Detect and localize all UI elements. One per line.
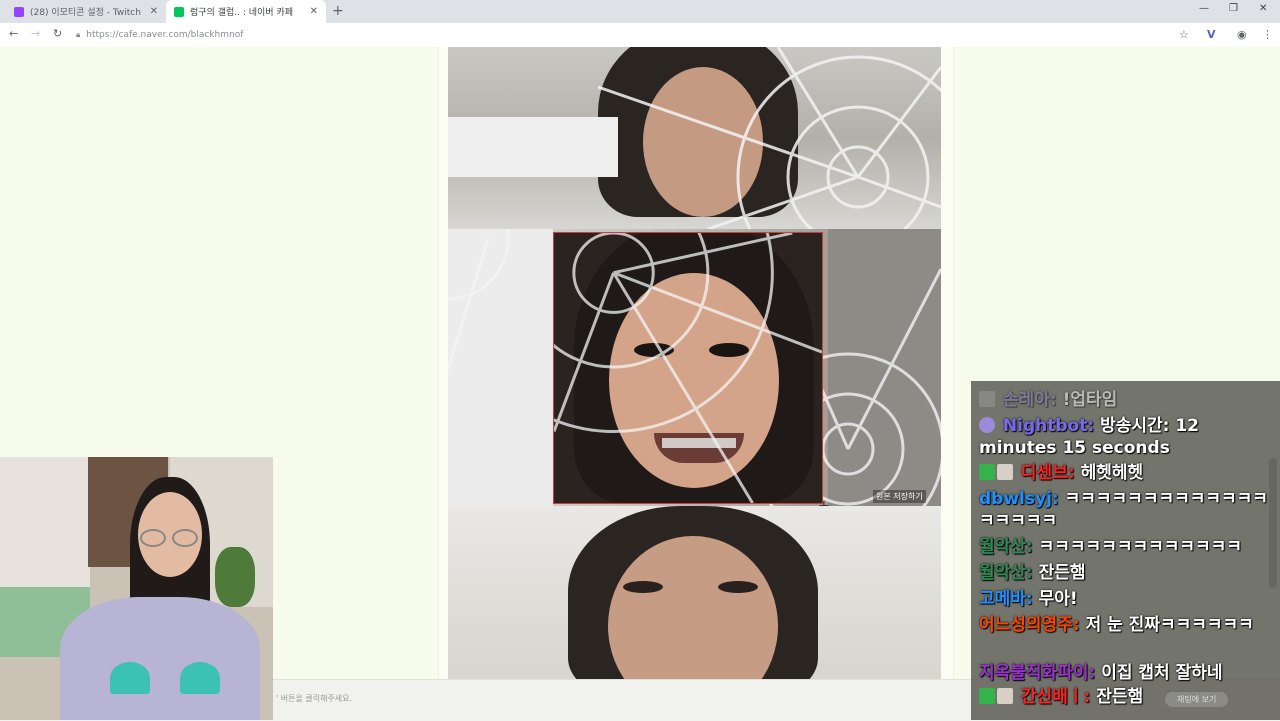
chat-username: 고메바: xyxy=(979,589,1033,609)
cat-emote-badge-icon xyxy=(997,464,1013,480)
spider-web-overlay xyxy=(597,47,941,229)
chat-username: dbwlsyj: xyxy=(979,489,1059,509)
cat-emote-badge-icon xyxy=(997,688,1013,704)
reload-icon[interactable]: ↻ xyxy=(53,27,62,40)
address-bar[interactable]: 🔒︎ https://cafe.naver.com/blackhmnof xyxy=(76,26,1196,44)
image-selection-box[interactable] xyxy=(553,232,823,504)
bookmark-star-icon[interactable]: ☆ xyxy=(1179,28,1189,41)
spider-web-overlay xyxy=(554,233,822,503)
chat-message: 지옥불직화파이: 이집 캡처 잘하네 xyxy=(979,662,1274,684)
chat-text: 무아! xyxy=(1038,589,1078,609)
chat-message: 디센브: 헤헷헤헷 xyxy=(979,462,1274,484)
minimize-icon[interactable]: — xyxy=(1199,3,1209,14)
chat-username: 지옥불직화파이: xyxy=(979,663,1096,683)
save-original-hint[interactable]: 원본 저장하기 xyxy=(873,490,926,503)
chat-message: 고메바: 무아! xyxy=(979,588,1274,610)
chat-username: 손레아: xyxy=(1002,390,1057,410)
checkmark-badge-icon xyxy=(979,688,995,704)
chat-message: 손레아: !업타임 xyxy=(979,389,1274,411)
checkmark-badge-icon xyxy=(979,464,995,480)
tab-strip: (28) 이모티콘 설정 - Twitch ✕ 럼구의 갤럽.. : 네이버 카… xyxy=(0,0,1280,23)
chat-overlay: 손레아: !업타임 Nightbot: 방송시간: 12 minutes 15 … xyxy=(971,381,1280,720)
tab-naver-cafe[interactable]: 럼구의 갤럽.. : 네이버 카페 ✕ xyxy=(166,0,326,23)
chat-text: !업타임 xyxy=(1062,390,1118,410)
extension-v-icon[interactable]: V xyxy=(1207,28,1216,41)
article-image-3[interactable] xyxy=(448,506,941,679)
tab-close-icon[interactable]: ✕ xyxy=(310,6,318,17)
chat-message: Nightbot: 방송시간: 12 minutes 15 seconds xyxy=(979,415,1274,459)
chat-text: 저 눈 진짜ㅋㅋㅋㅋㅋㅋ xyxy=(1085,615,1254,635)
tab-title: (28) 이모티콘 설정 - Twitch xyxy=(30,8,141,18)
chat-text: ㅋㅋㅋㅋㅋㅋㅋㅋㅋㅋㅋㅋㅋ xyxy=(1038,537,1242,557)
chat-text: 헤헷헤헷 xyxy=(1080,463,1144,483)
extension-icon[interactable]: ◉ xyxy=(1237,28,1247,41)
chat-text: 잔든햄 xyxy=(1096,687,1144,707)
bottom-hint-text: ' 버튼을 클릭해주세요. xyxy=(276,694,353,703)
chat-username: 어느성의영주: xyxy=(979,615,1080,635)
webcam-overlay xyxy=(0,457,273,720)
tab-title: 럼구의 갤럽.. : 네이버 카페 xyxy=(190,8,293,18)
article-image-1[interactable] xyxy=(448,47,941,229)
chat-message: 월악산: 잔든햄 xyxy=(979,562,1274,584)
chat-view-button[interactable]: 채팅에 보기 xyxy=(1165,692,1229,707)
chat-message: 어느성의영주: 저 눈 진짜ㅋㅋㅋㅋㅋㅋ xyxy=(979,614,1274,636)
tab-twitch[interactable]: (28) 이모티콘 설정 - Twitch ✕ xyxy=(6,0,166,23)
user-avatar-icon xyxy=(979,391,995,407)
chat-username: Nightbot: xyxy=(1002,416,1095,436)
chat-username: 디센브: xyxy=(1020,463,1075,483)
tab-close-icon[interactable]: ✕ xyxy=(150,6,158,17)
navigation-bar: ← → ↻ 🔒︎ https://cafe.naver.com/blackhmn… xyxy=(0,23,1280,48)
chat-message: dbwlsyj: ㅋㅋㅋㅋㅋㅋㅋㅋㅋㅋㅋㅋㅋㅋㅋㅋㅋㅋ xyxy=(979,488,1274,532)
chat-username: 간신배ㅣ: xyxy=(1020,687,1091,707)
naver-cafe-favicon-icon xyxy=(174,6,184,17)
chat-username: 월악산: xyxy=(979,537,1033,557)
chat-text: 이집 캡처 잘하네 xyxy=(1101,663,1223,683)
chat-message: 간신배ㅣ: 잔든햄 xyxy=(979,686,1274,708)
forward-icon[interactable]: → xyxy=(31,27,40,40)
close-window-icon[interactable]: ✕ xyxy=(1259,3,1267,14)
menu-icon[interactable]: ⋮ xyxy=(1262,28,1273,41)
chat-message: 월악산: ㅋㅋㅋㅋㅋㅋㅋㅋㅋㅋㅋㅋㅋ xyxy=(979,536,1274,558)
back-icon[interactable]: ← xyxy=(9,27,18,40)
chat-username: 월악산: xyxy=(979,563,1033,583)
twitch-favicon-icon xyxy=(14,6,24,17)
url-text: https://cafe.naver.com/blackhmnof xyxy=(86,30,244,40)
lock-icon: 🔒︎ xyxy=(76,30,81,39)
verified-badge-icon xyxy=(979,417,995,433)
restore-icon[interactable]: ❐ xyxy=(1229,3,1238,14)
new-tab-icon[interactable]: + xyxy=(332,3,344,19)
chat-text: 잔든햄 xyxy=(1038,563,1086,583)
